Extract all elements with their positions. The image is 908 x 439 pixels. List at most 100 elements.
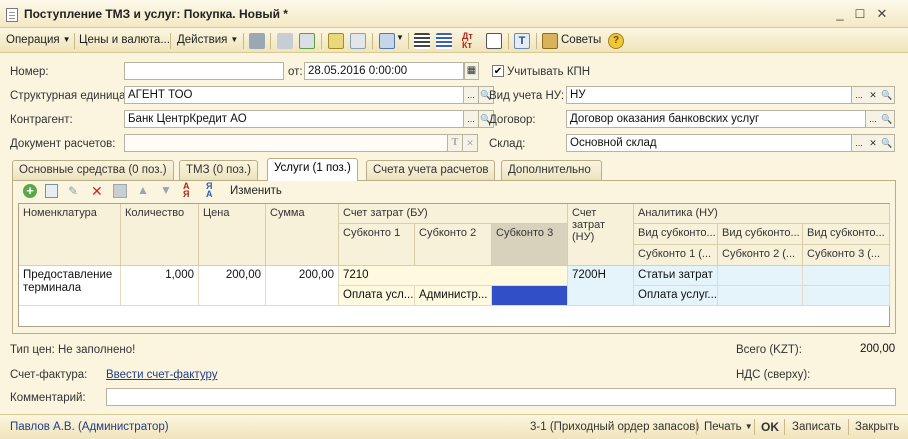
cell-sum[interactable]: 200,00 <box>266 266 339 306</box>
tab-services[interactable]: Услуги (1 поз.) <box>267 158 358 181</box>
cell-account-bu[interactable]: 7210 <box>339 266 568 286</box>
total-label: Всего (KZT): <box>736 344 802 356</box>
report-icon[interactable] <box>486 33 502 49</box>
select-button[interactable]: ... <box>464 86 479 104</box>
search-icon[interactable]: 🔍 <box>880 134 895 152</box>
number-field[interactable] <box>124 62 284 80</box>
tab-additional[interactable]: Дополнительно <box>501 160 602 180</box>
calendar-icon[interactable]: ▦ <box>464 62 479 80</box>
dogovor-field[interactable]: Договор оказания банковских услуг <box>566 110 866 128</box>
copy-icon[interactable] <box>277 33 293 49</box>
col-header-subkonto1-nu[interactable]: Субконто 1 (... <box>634 245 718 266</box>
select-button[interactable]: ... <box>464 110 479 128</box>
col-header-subkonto2-nu[interactable]: Субконто 2 (... <box>718 245 803 266</box>
tab-accounts[interactable]: Счета учета расчетов <box>366 160 496 180</box>
col-header-account-bu[interactable]: Счет затрат (БУ) <box>339 204 568 224</box>
select-button[interactable]: ... <box>852 134 867 152</box>
col-header-vid-subkonto-1[interactable]: Вид субконто... <box>634 224 718 245</box>
cell-vid-subkonto3-nu[interactable] <box>803 266 890 286</box>
debit-credit-icon[interactable]: Дт Кт <box>462 32 473 50</box>
add-copy-icon[interactable] <box>299 33 315 49</box>
tips-button[interactable]: Советы <box>561 34 601 46</box>
help-icon[interactable]: ? <box>608 33 624 49</box>
close-button[interactable]: Закрыть <box>855 421 899 433</box>
comment-label: Комментарий: <box>10 392 86 404</box>
end-edit-icon[interactable] <box>113 184 127 198</box>
col-header-vid-subkonto-2[interactable]: Вид субконто... <box>718 224 803 245</box>
cell-quantity[interactable]: 1,000 <box>121 266 199 306</box>
clear-icon[interactable]: ✕ <box>866 134 881 152</box>
document-list-icon[interactable] <box>350 33 366 49</box>
move-down-icon[interactable]: ▼ <box>160 183 172 197</box>
minimize-button[interactable]: _ <box>832 7 848 21</box>
toolbar-separator <box>408 33 409 49</box>
col-header-subkonto3-nu[interactable]: Субконто 3 (... <box>803 245 890 266</box>
edit-pencil-icon[interactable]: ✎ <box>68 184 78 198</box>
search-icon[interactable]: 🔍 <box>880 110 895 128</box>
col-header-price[interactable]: Цена <box>199 204 266 266</box>
col-header-subkonto2[interactable]: Субконто 2 <box>415 224 492 266</box>
list-icon[interactable] <box>436 33 452 49</box>
cell-account-nu[interactable]: 7200Н <box>568 266 634 306</box>
comment-field[interactable] <box>106 388 896 406</box>
contragent-field[interactable]: Банк ЦентрКредит АО <box>124 110 464 128</box>
cell-subkonto3-nu[interactable] <box>803 286 890 306</box>
cell-vid-subkonto2-nu[interactable] <box>718 266 803 286</box>
enter-invoice-link[interactable]: Ввести счет-фактуру <box>106 369 217 381</box>
col-header-nomenklatura[interactable]: Номенклатура <box>19 204 121 266</box>
clear-icon[interactable]: ✕ <box>866 86 881 104</box>
move-up-icon[interactable]: ▲ <box>137 183 149 197</box>
col-header-analitika-nu[interactable]: Аналитика (НУ) <box>634 204 890 224</box>
doc-rasch-field[interactable] <box>124 134 448 152</box>
col-header-account-nu[interactable]: Счет затрат (НУ) <box>568 204 634 266</box>
sklad-field[interactable]: Основной склад <box>566 134 852 152</box>
sort-asc-icon[interactable]: AЯ <box>183 182 190 199</box>
clear-icon[interactable]: ✕ <box>463 134 478 152</box>
vid-ucheta-field[interactable]: НУ <box>566 86 852 104</box>
col-header-vid-subkonto-3[interactable]: Вид субконто... <box>803 224 890 245</box>
tips-book-icon[interactable] <box>542 33 558 49</box>
cell-subkonto3-selected[interactable] <box>492 286 568 306</box>
tab-tmz[interactable]: ТМЗ (0 поз.) <box>179 160 258 180</box>
cell-subkonto1-nu[interactable]: Оплата услуг... <box>634 286 718 306</box>
save-button[interactable]: Записать <box>792 421 841 433</box>
copy-row-icon[interactable] <box>45 184 58 198</box>
cell-subkonto2-nu[interactable] <box>718 286 803 306</box>
print-menu[interactable]: Печать ▼ <box>704 421 753 433</box>
search-icon[interactable]: 🔍 <box>880 86 895 104</box>
close-window-button[interactable]: ✕ <box>874 7 890 21</box>
col-header-quantity[interactable]: Количество <box>121 204 199 266</box>
edit-button[interactable]: Изменить <box>230 185 282 197</box>
operation-menu[interactable]: Операция ▼ <box>6 34 71 46</box>
cell-vid-subkonto1-nu[interactable]: Статьи затрат <box>634 266 718 286</box>
tab-fixed-assets[interactable]: Основные средства (0 поз.) <box>12 160 174 180</box>
cell-subkonto2[interactable]: Администр... <box>415 286 492 306</box>
delete-icon[interactable]: ✕ <box>91 183 103 200</box>
actions-menu[interactable]: Действия ▼ <box>177 34 238 46</box>
text-format-icon[interactable]: Т <box>514 33 530 49</box>
select-button[interactable]: ... <box>852 86 867 104</box>
related-order[interactable]: 3-1 (Приходный ордер запасов) <box>530 421 699 433</box>
document-post-icon[interactable] <box>328 33 344 49</box>
struct-unit-field[interactable]: АГЕНТ ТОО <box>124 86 464 104</box>
prices-button[interactable]: Цены и валюта... <box>79 34 170 46</box>
table-icon[interactable] <box>414 33 430 49</box>
structure-icon[interactable] <box>379 33 395 49</box>
cell-subkonto1[interactable]: Оплата усл... <box>339 286 415 306</box>
ok-button[interactable]: OK <box>761 420 779 434</box>
post-document-icon[interactable] <box>249 33 265 49</box>
cell-nomenklatura[interactable]: Предоставление терминала <box>19 266 121 306</box>
add-row-icon[interactable]: + <box>23 184 37 198</box>
date-field[interactable]: 28.05.2016 0:00:00 <box>304 62 464 80</box>
maximize-button[interactable]: ☐ <box>852 7 868 21</box>
col-header-subkonto3[interactable]: Субконто 3 <box>492 224 568 266</box>
sort-desc-icon[interactable]: ЯA <box>206 182 213 199</box>
col-header-sum[interactable]: Сумма <box>266 204 339 266</box>
kpn-checkbox[interactable]: ✔ <box>492 65 504 77</box>
col-header-subkonto1[interactable]: Субконто 1 <box>339 224 415 266</box>
select-button[interactable]: ... <box>866 110 881 128</box>
services-table: Номенклатура Количество Цена Сумма Счет … <box>18 203 890 327</box>
cell-price[interactable]: 200,00 <box>199 266 266 306</box>
chevron-down-icon[interactable]: ▼ <box>396 33 404 42</box>
type-icon[interactable]: T <box>448 134 463 152</box>
